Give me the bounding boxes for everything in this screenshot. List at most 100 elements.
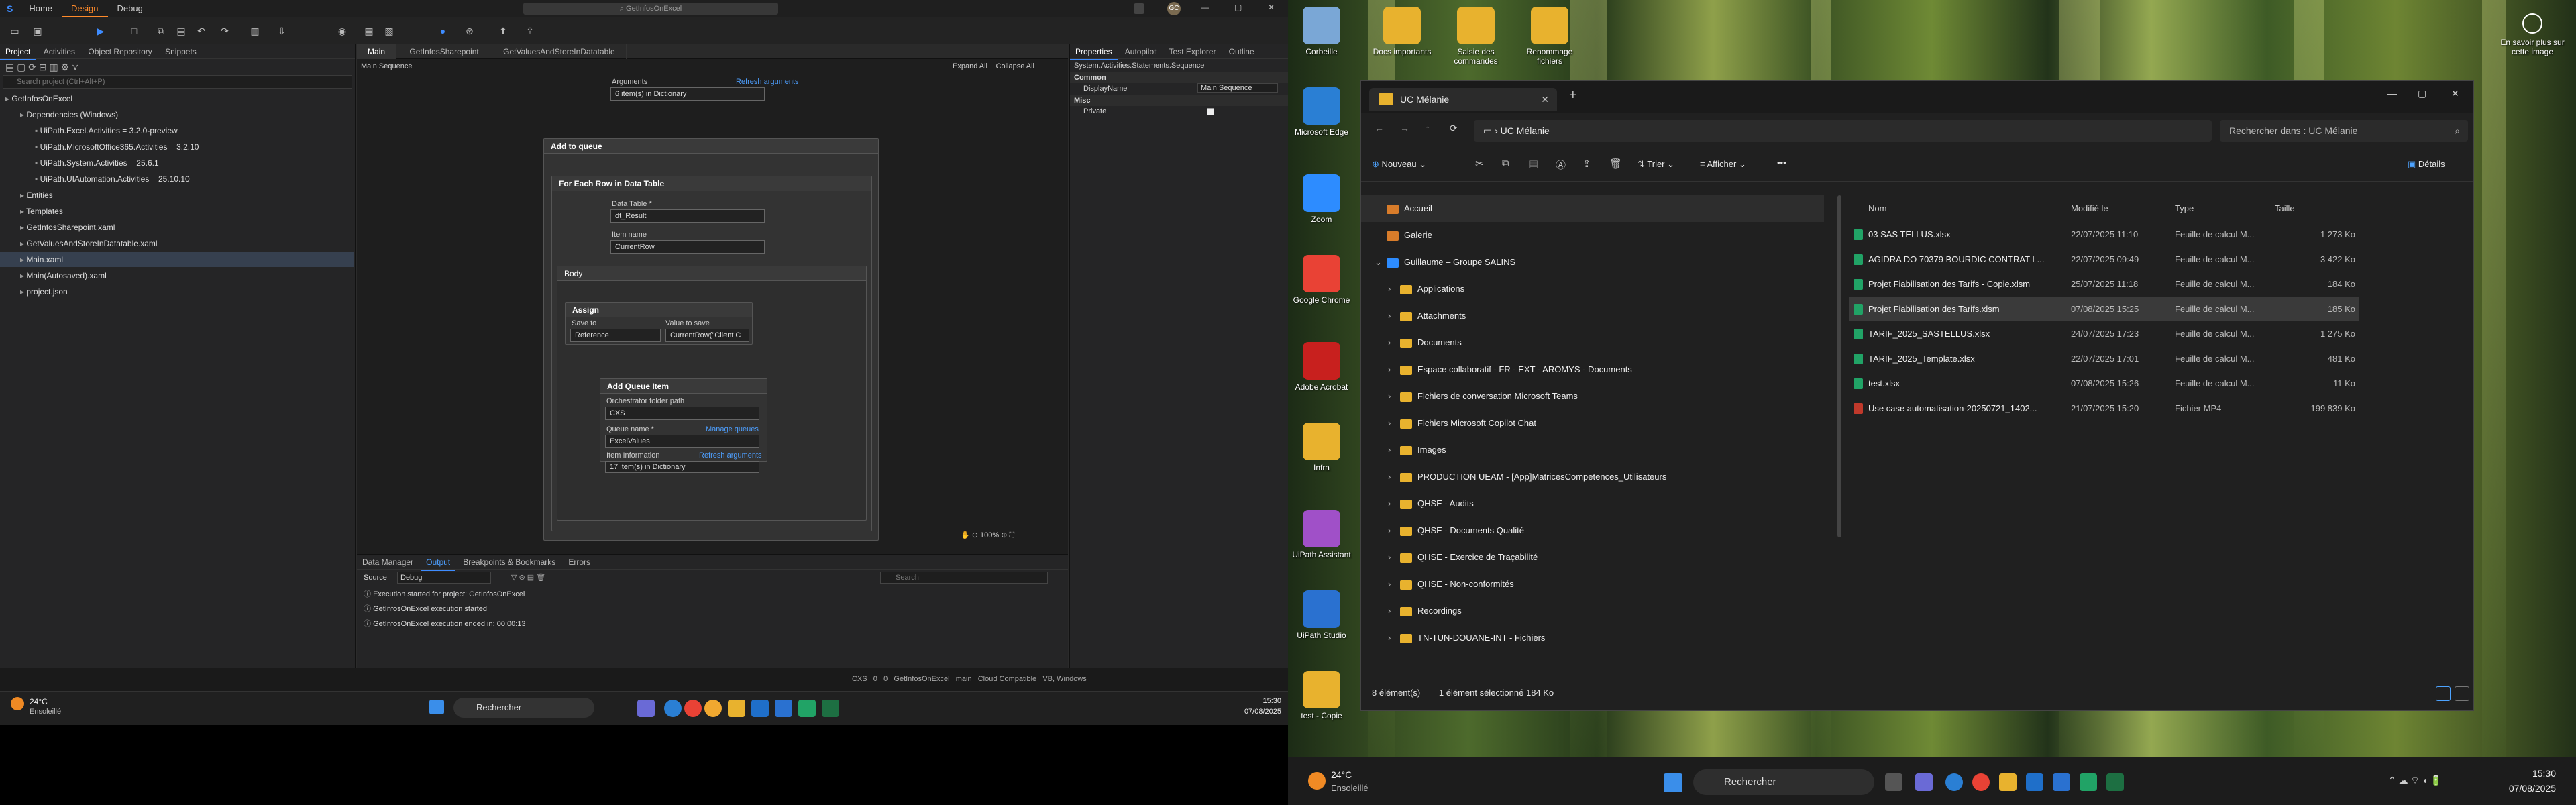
excel-taskbar-icon[interactable] xyxy=(798,700,816,717)
status-language[interactable]: VB, Windows xyxy=(1042,675,1086,683)
user-avatar[interactable]: GC xyxy=(1167,2,1181,15)
manage-packages-icon[interactable]: ▥ xyxy=(248,24,262,38)
refresh-arguments-2-link[interactable]: Refresh arguments xyxy=(699,451,762,460)
menu-design[interactable]: Design xyxy=(62,0,108,17)
tree-item[interactable]: ▪ UiPath.System.Activities = 25.6.1 xyxy=(0,156,159,170)
expand-all-link[interactable]: Expand All xyxy=(953,59,987,74)
zoom-level[interactable]: 100% xyxy=(980,531,999,539)
nav-item[interactable]: Galerie xyxy=(1361,222,1824,249)
status-project[interactable]: GetInfosOnExcel xyxy=(894,675,949,683)
explorer-icon[interactable] xyxy=(728,700,745,717)
chevron-icon[interactable]: › xyxy=(1388,464,1400,490)
nav-item[interactable]: ⌄ Guillaume – Groupe SALINS xyxy=(1361,249,1824,276)
chevron-icon[interactable]: › xyxy=(1388,437,1400,464)
tab-project[interactable]: Project xyxy=(0,44,36,60)
collapse-all-link[interactable]: Collapse All xyxy=(996,59,1034,74)
excel-icon-2[interactable] xyxy=(2080,773,2097,791)
analyze-icon[interactable]: ● xyxy=(436,24,449,38)
spotlight-info[interactable]: En savoir plus sur cette image xyxy=(2496,13,2569,56)
project-search-input[interactable]: Search project (Ctrl+Alt+P) xyxy=(3,75,352,89)
tab-autopilot[interactable]: Autopilot xyxy=(1120,44,1162,59)
taskbar-search[interactable]: Rechercher xyxy=(453,698,594,718)
chevron-icon[interactable]: › xyxy=(1388,517,1400,544)
desktop-icon[interactable]: Adobe Acrobat xyxy=(1288,342,1355,392)
chevron-icon[interactable]: › xyxy=(1388,598,1400,625)
col-size[interactable]: Taille xyxy=(2275,203,2295,213)
desktop-icon[interactable]: Docs importants xyxy=(1368,7,1436,56)
desktop-icon[interactable]: Zoom xyxy=(1288,174,1355,224)
more-icon[interactable]: ••• xyxy=(1777,158,1786,168)
nav-item[interactable]: › Documents xyxy=(1361,329,1824,356)
desktop-icon[interactable]: Renommage fichiers xyxy=(1516,7,1583,66)
details-button[interactable]: ▣ Détails xyxy=(2408,159,2445,170)
redo-icon[interactable]: ↷ xyxy=(218,24,231,38)
file-row[interactable]: test.xlsx 07/08/2025 15:26 Feuille de calc… xyxy=(1849,371,2359,396)
copy-icon[interactable]: ⧉ xyxy=(1502,158,1509,169)
edge-icon[interactable] xyxy=(664,700,682,717)
new-sequence-icon[interactable]: □ xyxy=(127,24,141,38)
taskbar-search-2[interactable]: Rechercher xyxy=(1693,769,1874,795)
nav-item[interactable]: › Applications xyxy=(1361,276,1824,303)
paste-icon[interactable]: ▤ xyxy=(1529,158,1538,170)
tab-data-manager[interactable]: Data Manager xyxy=(357,555,419,570)
tree-item[interactable]: ▸ Main(Autosaved).xaml xyxy=(0,268,107,283)
up-icon[interactable]: ↑ xyxy=(1426,123,1430,133)
chrome-icon[interactable] xyxy=(684,700,702,717)
clock-time[interactable]: 15:30 xyxy=(1248,697,1281,705)
clock-time-2[interactable]: 15:30 xyxy=(2509,768,2556,779)
tree-item[interactable]: ▪ UiPath.MicrosoftOffice365.Activities =… xyxy=(0,140,199,154)
chevron-icon[interactable]: › xyxy=(1388,276,1400,303)
back-icon[interactable]: ← xyxy=(1375,123,1384,133)
tree-item[interactable]: ▸ Dependencies (Windows) xyxy=(0,107,118,122)
nav-item[interactable]: › Recordings xyxy=(1361,598,1824,625)
share-icon[interactable]: ⇪ xyxy=(1582,158,1591,170)
tree-item[interactable]: ▸ project.json xyxy=(0,284,68,299)
edge-icon-2[interactable] xyxy=(1945,773,1963,791)
run-icon[interactable]: ▶ xyxy=(94,24,107,38)
explorer-close-icon[interactable]: ✕ xyxy=(2451,88,2459,99)
close-tab-icon[interactable]: ✕ xyxy=(1541,88,1549,111)
chrome-icon-2[interactable] xyxy=(1972,773,1990,791)
excel2-taskbar-icon[interactable] xyxy=(822,700,839,717)
details-view-icon[interactable] xyxy=(2436,686,2451,701)
screen-scraping-icon[interactable]: ▧ xyxy=(382,24,396,38)
uipath-icon-2[interactable] xyxy=(2053,773,2070,791)
minimize-icon[interactable]: — xyxy=(1201,3,1209,12)
nav-item[interactable]: Accueil xyxy=(1361,195,1824,222)
nav-item[interactable]: › QHSE - Exercice de Traçabilité xyxy=(1361,544,1824,571)
chevron-icon[interactable]: › xyxy=(1388,329,1400,356)
view-button[interactable]: ≡ Afficher ⌄ xyxy=(1700,159,1746,170)
teams-icon-2[interactable] xyxy=(1915,773,1933,791)
undo-icon[interactable]: ↶ xyxy=(195,24,208,38)
output-search-input[interactable]: Search xyxy=(880,572,1048,584)
nav-item[interactable]: › QHSE - Documents Qualité xyxy=(1361,517,1824,544)
private-checkbox[interactable] xyxy=(1207,108,1214,115)
outlook-icon-2[interactable] xyxy=(2026,773,2043,791)
tree-item[interactable]: ▪ UiPath.Excel.Activities = 3.2.0-previe… xyxy=(0,123,178,138)
output-line[interactable]: ⓘ Execution started for project: GetInfo… xyxy=(364,587,1068,602)
display-name-input[interactable]: Main Sequence xyxy=(1197,83,1278,93)
address-bar[interactable]: ▭ › UC Mélanie xyxy=(1474,120,2212,142)
zoom-out-icon[interactable]: ⊖ xyxy=(972,531,978,539)
output-line[interactable]: ⓘ GetInfosOnExcel execution ended in: 00… xyxy=(364,616,1068,631)
item-name-field[interactable]: CurrentRow xyxy=(610,240,765,254)
file-row[interactable]: Use case automatisation-20250721_1402...… xyxy=(1849,396,2359,421)
chevron-icon[interactable]: › xyxy=(1388,356,1400,383)
desktop-icon[interactable]: Infra xyxy=(1288,423,1355,472)
file-row[interactable]: TARIF_2025_SASTELLUS.xlsx 24/07/2025 17:2… xyxy=(1849,321,2359,346)
data-table-field[interactable]: dt_Result xyxy=(610,209,765,223)
desktop-icon[interactable]: UiPath Studio xyxy=(1288,590,1355,640)
outlook-icon[interactable] xyxy=(751,700,769,717)
orch-folder-field[interactable]: CXS xyxy=(605,407,759,420)
weather-temp-2[interactable]: 24°C xyxy=(1331,769,1352,780)
zoom-in-icon[interactable]: ⊕ xyxy=(1001,531,1007,539)
layout-icon[interactable] xyxy=(1134,3,1144,14)
tab-outline[interactable]: Outline xyxy=(1224,44,1260,59)
tab-object-repository[interactable]: Object Repository xyxy=(83,44,157,59)
chevron-icon[interactable]: › xyxy=(1388,383,1400,410)
delete-icon[interactable]: 🗑 xyxy=(1609,158,1622,170)
col-type[interactable]: Type xyxy=(2175,203,2194,213)
nav-item[interactable]: › PRODUCTION UEAM - [App]MatricesCompete… xyxy=(1361,464,1824,490)
tree-item[interactable]: ▪ UiPath.UIAutomation.Activities = 25.10… xyxy=(0,172,190,186)
refresh-arguments-link[interactable]: Refresh arguments xyxy=(736,78,799,86)
